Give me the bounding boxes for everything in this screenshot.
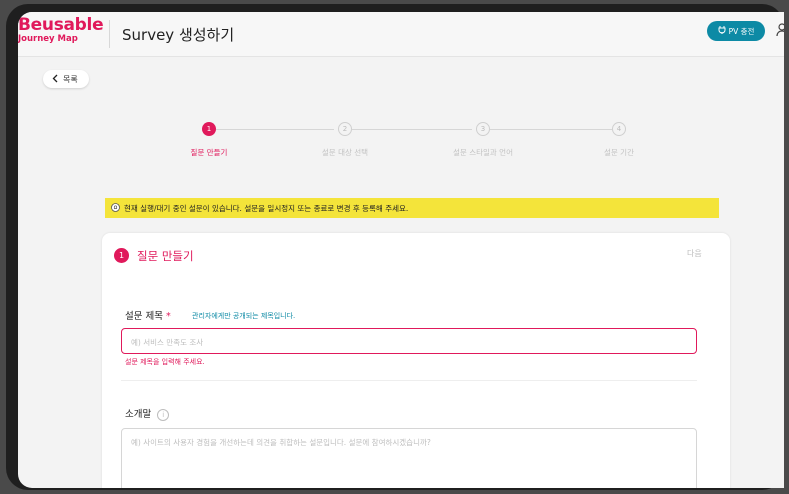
step-3-label: 설문 스타일과 언어 [453,148,513,157]
intro-label: 소개말 i [125,406,170,421]
user-icon[interactable] [776,22,784,41]
bell-icon [111,202,120,214]
header-divider [109,20,110,48]
logo-sub-text: Journey Map [18,34,78,44]
survey-title-error: 설문 제목을 입력해 주세요. [125,358,205,366]
card-step-badge: 1 [114,248,129,263]
back-label: 목록 [63,74,78,84]
section-divider [121,380,697,381]
survey-title-label-text: 설문 제목 [125,311,163,322]
notice-banner: 현재 실행/대기 중인 설문이 있습니다. 설문을 일시정지 또는 종료로 변경… [105,198,719,218]
step-2-label: 설문 대상 선택 [321,148,369,157]
pv-charge-button[interactable]: PV 충전 [707,21,765,41]
notice-text: 현재 실행/대기 중인 설문이 있습니다. 설문을 일시정지 또는 종료로 변경… [124,203,409,213]
info-icon[interactable]: i [157,408,170,421]
step-connector [490,129,612,130]
intro-label-text: 소개말 [125,409,152,420]
step-connector [352,129,472,130]
chevron-left-icon [52,74,58,85]
card-title: 질문 만들기 [137,249,194,263]
pv-charge-label: PV 충전 [728,26,755,36]
logo-main-text: Beusable [18,15,104,35]
required-mark: * [166,311,171,322]
step-1-circle[interactable]: 1 [202,122,216,136]
survey-title-placeholder: 예) 서비스 만족도 조사 [131,338,204,347]
beusable-logo[interactable]: Beusable Journey Map [18,15,104,44]
page-title: Survey 생성하기 [122,26,235,44]
step-4-circle[interactable]: 4 [612,122,626,136]
intro-placeholder: 예) 사이트의 사용자 경험을 개선하는데 의견을 취합하는 설문입니다. 설문… [131,438,431,447]
step-progress: 1 2 3 4 질문 만들기 설문 대상 선택 설문 스타일과 언어 설문 기간 [18,122,784,172]
plug-icon [718,26,726,36]
question-card: 1 질문 만들기 다음 설문 제목 * 관리자에게만 공개되는 제목입니다. 예… [102,233,730,488]
top-header: Beusable Journey Map Survey 생성하기 PV 충전 [18,12,784,57]
back-to-list-button[interactable]: 목록 [43,70,89,88]
intro-textarea[interactable]: 예) 사이트의 사용자 경험을 개선하는데 의견을 취합하는 설문입니다. 설문… [121,428,697,488]
step-4-label: 설문 기간 [604,148,634,157]
survey-title-input[interactable]: 예) 서비스 만족도 조사 [121,328,697,354]
survey-title-label: 설문 제목 * [125,308,171,322]
device-frame: Beusable Journey Map Survey 생성하기 PV 충전 목… [6,4,784,490]
step-1-label: 질문 만들기 [190,148,228,157]
app-screen: Beusable Journey Map Survey 생성하기 PV 충전 목… [18,12,784,488]
survey-title-hint: 관리자에게만 공개되는 제목입니다. [192,312,296,320]
next-button[interactable]: 다음 [687,248,702,259]
step-3-circle[interactable]: 3 [476,122,490,136]
step-connector [216,129,334,130]
step-2-circle[interactable]: 2 [338,122,352,136]
